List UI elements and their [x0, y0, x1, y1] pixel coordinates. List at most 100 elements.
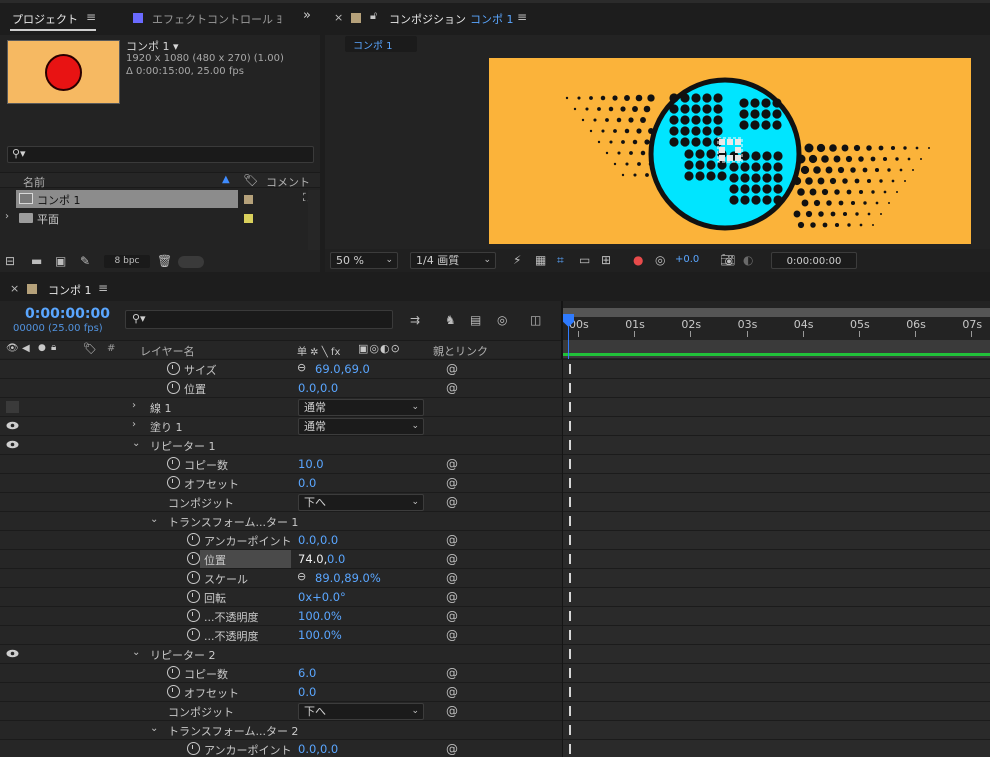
stopwatch-icon[interactable] [167, 476, 180, 489]
keyframe-marker[interactable] [569, 478, 571, 488]
transparency-grid-icon[interactable]: ▦ [535, 253, 546, 267]
label-color-swatch[interactable] [244, 195, 253, 204]
toggle-pill[interactable] [178, 256, 204, 268]
exposure-value[interactable]: +0.0 [675, 254, 699, 265]
pickwhip-icon[interactable]: @ [446, 590, 458, 604]
keyframe-marker[interactable] [569, 611, 571, 621]
stopwatch-icon[interactable] [167, 666, 180, 679]
timecode-field[interactable]: 0:00:00:00 [771, 252, 857, 269]
track-row[interactable] [563, 359, 990, 378]
property-value[interactable]: 69.0,69.0 [315, 362, 370, 376]
track-row[interactable] [563, 397, 990, 416]
tab-composition[interactable]: コンポジション [389, 11, 466, 27]
bpc-button[interactable]: 8 bpc [104, 255, 150, 268]
layer-property-row[interactable]: コピー数 6.0 @ [0, 663, 562, 682]
track-row[interactable] [563, 511, 990, 530]
pickwhip-icon[interactable]: @ [446, 457, 458, 471]
pickwhip-icon[interactable]: @ [446, 628, 458, 642]
property-value[interactable]: 6.0 [298, 666, 316, 680]
keyframe-marker[interactable] [569, 421, 571, 431]
keyframe-marker[interactable] [569, 459, 571, 469]
stopwatch-icon[interactable] [187, 609, 200, 622]
keyframe-marker[interactable] [569, 592, 571, 602]
project-item-comp[interactable]: コンポ 1 ⛶ [0, 190, 320, 208]
pickwhip-icon[interactable]: @ [446, 552, 458, 566]
channel-icon[interactable]: ● [633, 253, 643, 267]
pickwhip-icon[interactable]: @ [446, 609, 458, 623]
show-snapshot-icon[interactable]: ◐ [743, 253, 753, 267]
comp-viewer[interactable] [489, 58, 971, 244]
property-value[interactable]: 10.0 [298, 457, 324, 471]
layer-property-row[interactable]: 位置 74.0, 0.0 @ [0, 549, 562, 568]
property-value[interactable]: 100.0% [298, 609, 342, 623]
property-value[interactable]: 0.0 [298, 685, 316, 699]
track-row[interactable] [563, 378, 990, 397]
keyframe-marker[interactable] [569, 725, 571, 735]
keyframe-marker[interactable] [569, 497, 571, 507]
track-row[interactable] [563, 473, 990, 492]
stopwatch-icon[interactable] [167, 381, 180, 394]
keyframe-marker[interactable] [569, 706, 571, 716]
stopwatch-icon[interactable] [187, 571, 200, 584]
mode-dropdown[interactable]: 通常 ⌄ [298, 418, 424, 435]
close-icon[interactable]: × [10, 282, 19, 295]
close-icon[interactable]: × [334, 11, 343, 24]
layer-property-row[interactable]: ⌄ リピーター 1 [0, 435, 562, 454]
track-row[interactable] [563, 492, 990, 511]
expand-chevron-icon[interactable]: › [5, 211, 9, 222]
pickwhip-icon[interactable]: @ [446, 571, 458, 585]
stopwatch-icon[interactable] [187, 552, 200, 565]
property-value[interactable]: 0.0 [298, 476, 316, 490]
quality-dropdown[interactable]: 1/4 画質 ⌄ [410, 252, 496, 269]
track-row[interactable] [563, 644, 990, 663]
keyframe-marker[interactable] [569, 440, 571, 450]
current-time[interactable]: 0:00:00:00 [25, 306, 110, 322]
layer-property-row[interactable]: › 塗り 1 通常 ⌄ [0, 416, 562, 435]
track-row[interactable] [563, 416, 990, 435]
stopwatch-icon[interactable] [167, 457, 180, 470]
col-layer-name[interactable]: レイヤー名 [140, 343, 195, 359]
property-value[interactable]: 0.0 [327, 552, 345, 566]
shy-layers-icon[interactable]: ♞ [445, 313, 456, 327]
stopwatch-icon[interactable] [187, 533, 200, 546]
zoom-dropdown[interactable]: 50 % ⌄ [330, 252, 398, 269]
pickwhip-icon[interactable]: @ [446, 742, 458, 756]
pickwhip-icon[interactable]: @ [446, 476, 458, 490]
property-value[interactable]: 89.0,89.0% [315, 571, 381, 585]
comp-mini-flowchart-icon[interactable]: ⇉ [410, 313, 420, 327]
motion-blur-icon[interactable]: ◎ [497, 313, 507, 327]
pickwhip-icon[interactable]: @ [446, 666, 458, 680]
pickwhip-icon[interactable]: @ [446, 381, 458, 395]
mode-dropdown[interactable]: 通常 ⌄ [298, 399, 424, 416]
eye-icon[interactable] [6, 440, 19, 449]
layer-duration-bar[interactable] [563, 353, 990, 356]
track-row[interactable] [563, 663, 990, 682]
pickwhip-icon[interactable]: @ [446, 704, 458, 718]
chevron-down-icon[interactable]: ⌄ [150, 514, 158, 525]
layer-property-row[interactable]: ...不透明度 100.0% @ [0, 606, 562, 625]
layer-property-row[interactable]: アンカーポイント 0.0,0.0 @ [0, 739, 562, 757]
col-name[interactable]: 名前 [23, 174, 45, 190]
menu-icon[interactable]: ≡ [98, 281, 108, 295]
keyframe-marker[interactable] [569, 383, 571, 393]
mode-dropdown[interactable]: 下へ ⌄ [298, 494, 424, 511]
label-color-swatch[interactable] [244, 214, 253, 223]
comp-subtab[interactable]: コンポ 1 [345, 36, 417, 52]
tab-effects[interactable]: エフェクトコントロール ﾖ [152, 11, 282, 27]
chevron-right-icon[interactable]: › [132, 419, 136, 430]
layer-property-row[interactable]: オフセット 0.0 @ [0, 473, 562, 492]
layer-property-row[interactable]: オフセット 0.0 @ [0, 682, 562, 701]
keyframe-marker[interactable] [569, 573, 571, 583]
tab-project[interactable]: プロジェクト [12, 11, 78, 27]
layer-property-row[interactable]: ⌄ リピーター 2 [0, 644, 562, 663]
constrain-link-icon[interactable]: ⊖ [297, 361, 306, 374]
region-of-interest-icon[interactable]: ▭ [579, 253, 590, 267]
stopwatch-icon[interactable] [187, 628, 200, 641]
track-row[interactable] [563, 587, 990, 606]
mask-path-icon[interactable]: ⌗ [557, 253, 564, 267]
layer-property-row[interactable]: 位置 0.0,0.0 @ [0, 378, 562, 397]
project-item-folder[interactable]: › 平面 [0, 209, 320, 227]
lock-icon[interactable]: 🔓︎ [370, 9, 377, 23]
property-value[interactable]: 0x+0.0° [298, 590, 346, 604]
layer-property-row[interactable]: サイズ ⊖ 69.0,69.0 @ [0, 359, 562, 378]
